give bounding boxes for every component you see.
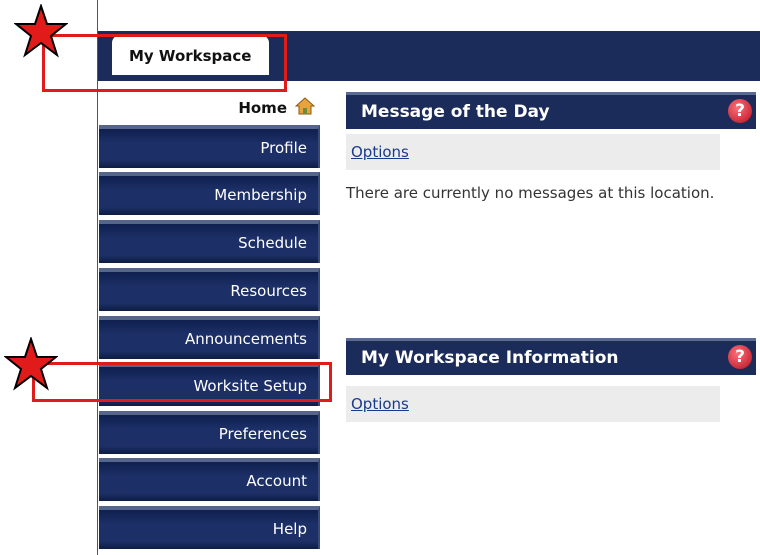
sidebar-item-schedule[interactable]: Schedule <box>99 220 320 263</box>
motd-options-link[interactable]: Options <box>351 143 409 161</box>
motd-options-bar: Options <box>346 134 720 170</box>
help-icon[interactable]: ? <box>728 345 752 369</box>
star-icon <box>4 337 58 391</box>
sidebar-item-resources[interactable]: Resources <box>99 268 320 311</box>
info-header: My Workspace Information ? <box>346 338 756 375</box>
annotation-box-worksite-setup <box>32 362 332 402</box>
motd-title: Message of the Day <box>361 102 550 122</box>
sidebar-item-account[interactable]: Account <box>99 458 320 501</box>
home-icon <box>295 97 315 115</box>
sidebar-item-announcements[interactable]: Announcements <box>99 316 320 359</box>
sidebar-item-home[interactable]: Home <box>97 92 321 122</box>
sidebar-item-home-label: Home <box>238 99 287 117</box>
sidebar-item-help[interactable]: Help <box>99 506 320 549</box>
sidebar-item-preferences[interactable]: Preferences <box>99 411 320 454</box>
info-title: My Workspace Information <box>361 348 619 368</box>
info-options-bar: Options <box>346 386 720 422</box>
motd-message: There are currently no messages at this … <box>346 184 715 202</box>
info-options-link[interactable]: Options <box>351 395 409 413</box>
motd-header: Message of the Day ? <box>346 92 756 129</box>
star-icon <box>14 4 68 58</box>
help-icon[interactable]: ? <box>728 99 752 123</box>
sidebar-item-profile[interactable]: Profile <box>99 125 320 168</box>
sidebar-item-membership[interactable]: Membership <box>99 172 320 215</box>
annotation-box-workspace-tab <box>42 34 287 92</box>
